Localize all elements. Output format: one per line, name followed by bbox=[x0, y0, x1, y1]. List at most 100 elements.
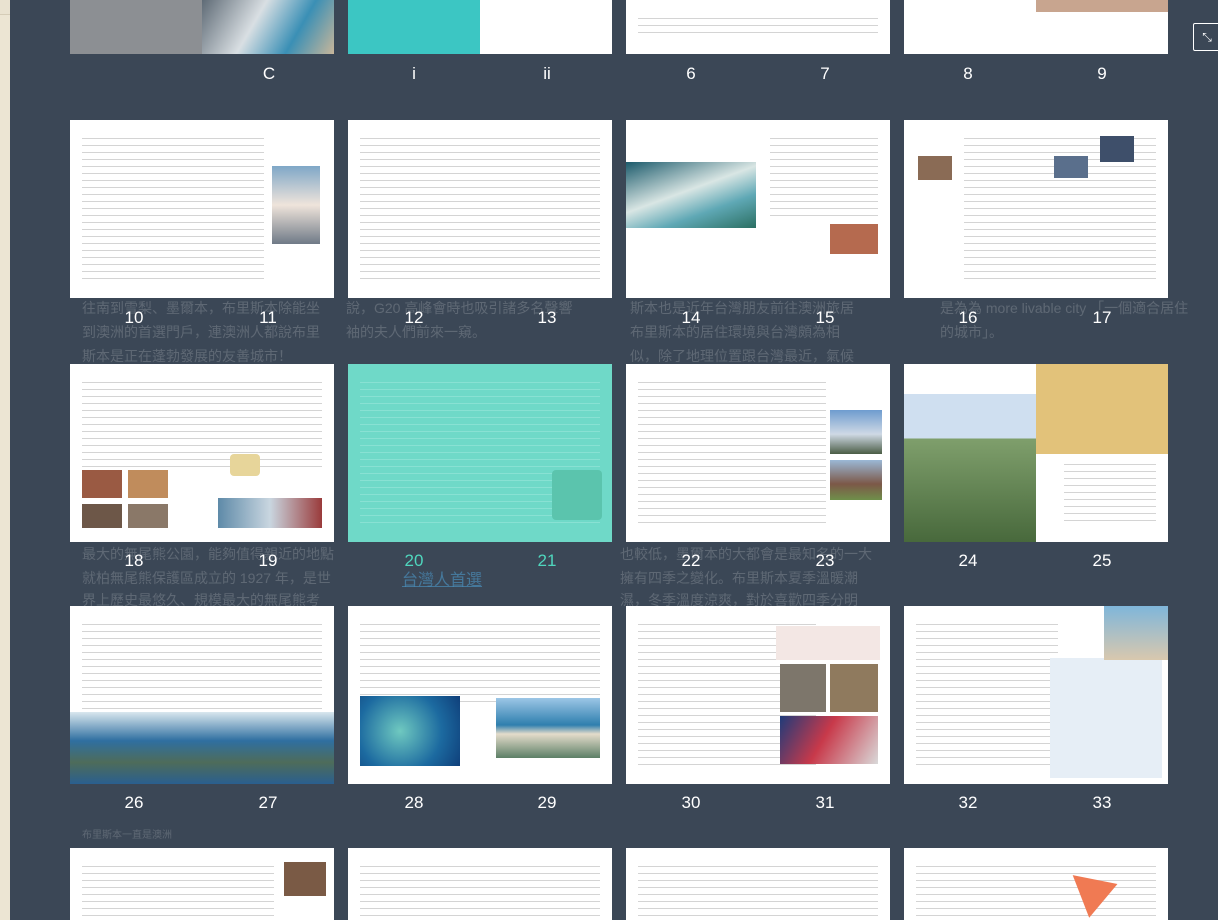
background-text: 斯本是正在蓬勃發展的友善城市！ bbox=[82, 348, 292, 364]
food-photo bbox=[82, 504, 122, 528]
background-text: 濕，冬季溫度涼爽，對於喜歡四季分明 bbox=[620, 592, 858, 608]
info-panel bbox=[1050, 658, 1162, 778]
background-text: 布里斯本的居住環境與台灣頗為相 bbox=[630, 324, 840, 340]
page-number: 27 bbox=[258, 793, 278, 812]
page-number: 33 bbox=[1092, 793, 1112, 812]
background-text: 最大的無尾熊公園，能夠值得親近的地點 bbox=[82, 546, 334, 562]
cafe-photo bbox=[284, 862, 326, 896]
background-text: 似，除了地理位置跟台灣最近，氣候 bbox=[630, 348, 854, 364]
background-text: 往南到雪梨、墨爾本，布里斯本除能坐 bbox=[82, 300, 320, 316]
text-block bbox=[360, 134, 600, 282]
thumbnail-spread-22-23[interactable] bbox=[626, 364, 890, 542]
text-block bbox=[916, 620, 1058, 768]
page-number: 29 bbox=[537, 793, 557, 812]
photo bbox=[918, 156, 952, 180]
thumbnail-spread-38-39[interactable] bbox=[626, 848, 890, 920]
thumbnail-spread-26-27[interactable] bbox=[70, 606, 334, 784]
text-block bbox=[360, 862, 600, 920]
map-graphic bbox=[230, 454, 260, 476]
page-number: 8 bbox=[963, 64, 973, 83]
page-number: 31 bbox=[815, 793, 835, 812]
background-text: 布里斯本一直是澳洲 bbox=[82, 830, 172, 841]
map-graphic bbox=[1036, 364, 1168, 454]
building-photo bbox=[830, 460, 882, 500]
page-number: 32 bbox=[958, 793, 978, 812]
compress-icon: ⤡ bbox=[1202, 30, 1212, 44]
food-photo bbox=[830, 224, 878, 254]
thumbnail-spread-32-33[interactable] bbox=[904, 606, 1168, 784]
background-text: 說，G20 高峰會時也吸引諸多名聲響 bbox=[346, 300, 573, 316]
exit-fullscreen-button[interactable]: ⤡ bbox=[1193, 23, 1218, 51]
thumbnail-spread-40-41[interactable] bbox=[904, 848, 1168, 920]
background-text: 就柏無尾熊保護區成立的 1927 年，是世 bbox=[82, 570, 331, 586]
table-graphic bbox=[776, 626, 880, 660]
thumbnail-spread-36-37[interactable] bbox=[348, 848, 612, 920]
city-photo bbox=[1054, 156, 1088, 178]
page-number: 26 bbox=[124, 793, 144, 812]
thumbnail-spread-24-25[interactable] bbox=[904, 364, 1168, 542]
food-photo bbox=[128, 504, 168, 528]
text-block bbox=[82, 862, 274, 920]
contents-block bbox=[82, 378, 322, 472]
beach-photo bbox=[626, 162, 756, 228]
photo bbox=[218, 498, 322, 528]
text-block bbox=[638, 862, 878, 920]
page-number: 7 bbox=[820, 64, 830, 83]
background-text: 也較低，墨爾本的大都會是最知名的一大 bbox=[620, 546, 872, 562]
thumbnail-spread-28-29[interactable] bbox=[348, 606, 612, 784]
thumbnail-spread-14-15[interactable] bbox=[626, 120, 890, 298]
tree-photo bbox=[552, 470, 602, 520]
page-number: ii bbox=[543, 64, 551, 83]
portrait-photo bbox=[272, 166, 320, 244]
island-photo bbox=[70, 712, 334, 784]
background-text: 斯本也是近年台灣朋友前往澳洲旅居 bbox=[630, 300, 854, 316]
legend-block bbox=[1064, 460, 1156, 526]
thumbnail-page-ii[interactable] bbox=[480, 0, 612, 54]
background-text: 是為為 more livable city 「一個適合居住 bbox=[940, 300, 1189, 316]
text-block bbox=[82, 620, 322, 714]
text-block bbox=[82, 134, 264, 282]
kangaroo-photo bbox=[830, 664, 878, 712]
thumbnail-spread-10-11[interactable] bbox=[70, 120, 334, 298]
page-number: 24 bbox=[958, 551, 978, 570]
food-photo bbox=[128, 470, 168, 498]
page-number: 30 bbox=[681, 793, 701, 812]
thumbnail-overlay: C i ii 6 7 8 9 10 11 12 13 14 15 16 17 1… bbox=[10, 0, 1218, 920]
cover-photo bbox=[202, 0, 334, 54]
page-number-active: 21 bbox=[537, 551, 557, 570]
thumbnail-spread-18-19[interactable] bbox=[70, 364, 334, 542]
page-number: 9 bbox=[1097, 64, 1107, 83]
thumbnail-spread-30-31[interactable] bbox=[626, 606, 890, 784]
koala-photo bbox=[780, 664, 826, 712]
thumbnail-page-C[interactable] bbox=[70, 0, 334, 54]
thumbnail-page-6-7[interactable] bbox=[626, 0, 890, 54]
flag-photo bbox=[780, 716, 878, 764]
page-number: 6 bbox=[686, 64, 696, 83]
thumbnail-spread-20-21[interactable] bbox=[348, 364, 612, 542]
thumbnail-spread-16-17[interactable] bbox=[904, 120, 1168, 298]
page-number: 28 bbox=[404, 793, 424, 812]
thumbnail-page-8-9[interactable] bbox=[904, 0, 1168, 54]
text-block bbox=[638, 14, 878, 38]
city-photo bbox=[1100, 136, 1134, 162]
thumbnail-page-i[interactable] bbox=[348, 0, 480, 54]
background-text: 擁有四季之變化。布里斯本夏季溫暖潮 bbox=[620, 570, 858, 586]
forest-photo bbox=[904, 394, 1036, 542]
thumbnail-spread-34-35[interactable] bbox=[70, 848, 334, 920]
thumbnail-spread-12-13[interactable] bbox=[348, 120, 612, 298]
food-photo bbox=[82, 470, 122, 498]
page-number: 25 bbox=[1092, 551, 1112, 570]
beach-photo bbox=[496, 698, 600, 758]
photo bbox=[1036, 0, 1168, 12]
city-photo bbox=[830, 410, 882, 454]
thumbnail-grid: C i ii 6 7 8 9 10 11 12 13 14 15 16 17 1… bbox=[10, 0, 1218, 920]
text-block bbox=[638, 378, 826, 526]
background-text: 袖的夫人們前來一窺。 bbox=[346, 324, 486, 340]
background-text: 的城市」。 bbox=[940, 324, 1003, 340]
reef-photo bbox=[360, 696, 460, 766]
text-block bbox=[360, 620, 600, 704]
background-heading: 台灣人首選 bbox=[402, 572, 483, 589]
text-block bbox=[770, 134, 878, 218]
page-number: i bbox=[412, 64, 416, 83]
background-text: 界上歷史最悠久、規模最大的無尾熊考 bbox=[82, 592, 320, 608]
